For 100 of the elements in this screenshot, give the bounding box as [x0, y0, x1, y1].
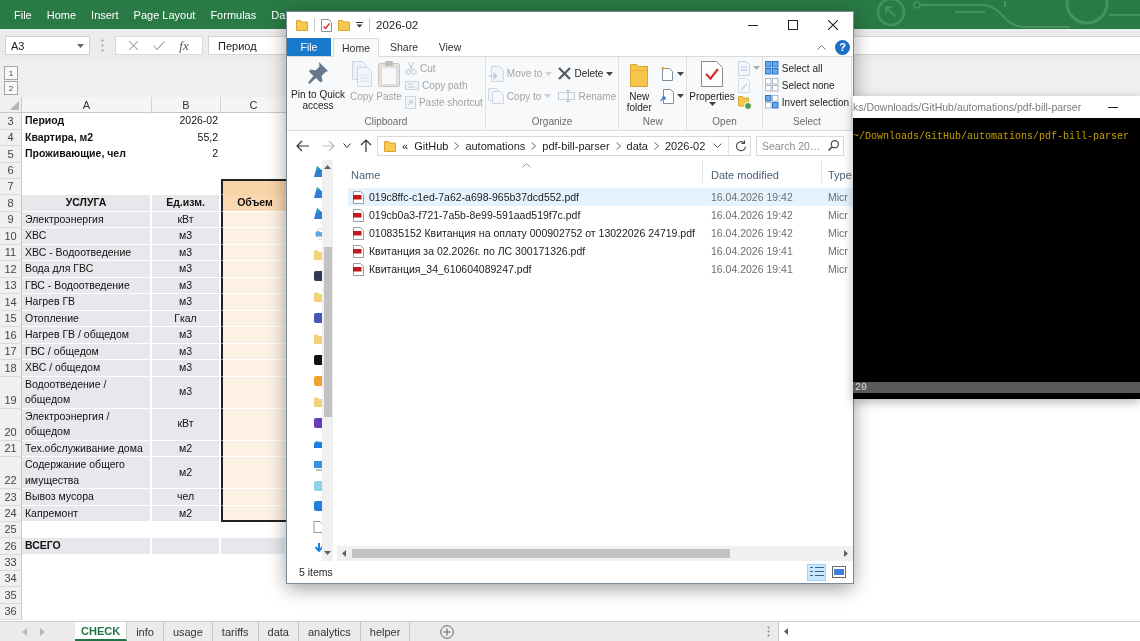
formula-field[interactable]: Период: [208, 36, 287, 55]
file-row[interactable]: Квитанция за 02.2026г. по ЛС 300171326.pdf 16.04.2026 19:41 Micr: [348, 242, 853, 260]
ribbon-tab[interactable]: Page Layout: [133, 8, 196, 21]
breadcrumb[interactable]: automations: [465, 139, 526, 152]
mixed-squares-icon: [764, 95, 779, 109]
help-button[interactable]: ?: [835, 39, 850, 55]
scrollbar-thumb[interactable]: [352, 549, 730, 558]
dropdown-icon[interactable]: [713, 143, 722, 148]
delete-button[interactable]: Delete: [558, 65, 617, 82]
column-header[interactable]: Date modified: [703, 160, 822, 183]
sheet-tab[interactable]: usage: [163, 622, 213, 641]
sheet-tab[interactable]: info: [127, 622, 164, 641]
horizontal-scrollbar[interactable]: [337, 546, 853, 561]
search-field[interactable]: Search 20…: [756, 135, 844, 156]
check-icon[interactable]: [152, 41, 165, 50]
folder-clock-icon[interactable]: [737, 94, 752, 110]
column-header[interactable]: Name: [343, 160, 703, 183]
arrow-icon[interactable]: [313, 542, 322, 555]
cell-value: 55,2: [197, 129, 218, 145]
minimize-icon: [748, 24, 758, 26]
ribbon-tab[interactable]: Da: [271, 8, 286, 21]
folder-icon[interactable]: [338, 19, 350, 31]
collapse-icon[interactable]: [817, 44, 826, 50]
breadcrumb[interactable]: GitHub: [414, 139, 449, 152]
table-cell: м3: [152, 228, 221, 245]
details-view-button[interactable]: [807, 563, 826, 581]
breadcrumb-overflow[interactable]: «: [402, 139, 409, 152]
document-arrow-icon[interactable]: [660, 88, 675, 104]
large-icons-view-button[interactable]: [829, 563, 848, 581]
select-all-button[interactable]: Select all: [764, 60, 850, 76]
caret-icon[interactable]: [77, 43, 84, 48]
new-folder-button[interactable]: New folder: [621, 59, 658, 113]
file-name: 010835152 Квитанция на оплату 000902752 от 13022026 24719.pdf: [369, 227, 695, 239]
computer-icon[interactable]: [313, 458, 322, 471]
up-arrow-icon[interactable]: [360, 139, 372, 152]
pin-button[interactable]: Pin to Quick access: [289, 59, 347, 113]
ribbon-tab[interactable]: Insert: [91, 8, 119, 21]
row-number: 23: [0, 489, 22, 506]
sheet-tab[interactable]: data: [258, 622, 299, 641]
scroll-down-icon[interactable]: [324, 551, 331, 555]
refresh-icon[interactable]: [735, 139, 747, 152]
app-icon[interactable]: [313, 353, 322, 366]
scroll-left-icon[interactable]: [784, 628, 788, 635]
caret-icon[interactable]: [356, 22, 363, 28]
ribbon-tab[interactable]: File: [14, 8, 32, 21]
plus-circle-icon[interactable]: [440, 624, 455, 639]
caret-icon: [545, 71, 553, 76]
ribbon-tab[interactable]: Home: [46, 8, 77, 21]
scroll-up-icon[interactable]: [324, 165, 331, 169]
address-bar[interactable]: « GitHub automations pdf-bill-parser data 2026-02: [377, 135, 751, 156]
name-box[interactable]: A3: [5, 36, 90, 55]
chevron-icon[interactable]: [615, 141, 621, 150]
ribbon-tab[interactable]: Home: [333, 38, 379, 57]
properties-button[interactable]: Properties: [689, 59, 735, 113]
file-row[interactable]: Квитанция_34_610604089247.pdf 16.04.2026 19:41 Micr: [348, 260, 853, 278]
breadcrumb[interactable]: data: [626, 139, 648, 152]
file-row[interactable]: 010835152 Квитанция на оплату 000902752 от 13022026 24719.pdf 16.04.2026 19:42 Micr: [348, 224, 853, 242]
scroll-left-icon[interactable]: [342, 550, 346, 557]
select-none-button[interactable]: Select none: [764, 77, 850, 93]
document-check-icon[interactable]: [321, 18, 332, 32]
breadcrumb[interactable]: 2026-02: [665, 139, 706, 152]
table-cell: Содержание общего имущества: [22, 457, 152, 490]
file-menu-button[interactable]: File: [287, 38, 331, 56]
sheet-tab[interactable]: tariffs: [212, 622, 259, 641]
chevron-icon[interactable]: [654, 141, 659, 150]
document-star-icon[interactable]: [660, 66, 675, 82]
folder-icon[interactable]: [296, 19, 308, 31]
ribbon-tab[interactable]: Formulas: [210, 8, 257, 21]
file-row[interactable]: 019c8ffc-c1ed-7a62-a698-965b37dcd552.pdf 16.04.2026 19:42 Micr: [348, 188, 853, 206]
sheet-tab[interactable]: analytics: [299, 622, 361, 641]
app-icon[interactable]: [313, 312, 322, 325]
invert-selection-button[interactable]: Invert selection: [764, 94, 850, 110]
file-row[interactable]: 019cb0a3-f721-7a5b-8e99-591aad519f7c.pdf 16.04.2026 19:42 Micr: [348, 206, 853, 224]
vertical-scrollbar[interactable]: [322, 160, 333, 561]
horizontal-scrollbar[interactable]: [778, 622, 1140, 641]
outline-level-button[interactable]: 2: [4, 81, 18, 95]
column-header[interactable]: Type: [822, 160, 853, 183]
app-icon[interactable]: [313, 416, 322, 429]
chevron-icon[interactable]: [454, 141, 460, 150]
caret-icon[interactable]: [343, 143, 351, 148]
header-cell: Объем: [221, 195, 287, 212]
insert-function-button[interactable]: fx: [179, 38, 189, 53]
breadcrumb[interactable]: pdf-bill-parser: [542, 139, 610, 152]
file-name: 019cb0a3-f721-7a5b-8e99-591aad519f7c.pdf: [369, 209, 581, 221]
cancel-icon[interactable]: [129, 41, 139, 50]
ribbon-tab[interactable]: Share: [381, 38, 427, 56]
row-number: 8: [0, 195, 22, 212]
sheet-tab[interactable]: CHECK: [75, 622, 128, 641]
scroll-right-icon[interactable]: [844, 550, 848, 557]
chevron-icon[interactable]: [531, 141, 537, 150]
outline-level-button[interactable]: 1: [4, 66, 18, 80]
ribbon-tab[interactable]: View: [427, 38, 473, 56]
app-icon[interactable]: [313, 270, 322, 283]
scrollbar-thumb[interactable]: [323, 247, 332, 417]
sheet-tab[interactable]: helper: [360, 622, 411, 641]
minimize-icon[interactable]: [1108, 106, 1118, 108]
file-date: 16.04.2026 19:41: [711, 245, 793, 257]
back-icon[interactable]: [296, 139, 310, 152]
pdf-file-icon: [353, 208, 364, 222]
formula-field[interactable]: [853, 36, 1140, 55]
